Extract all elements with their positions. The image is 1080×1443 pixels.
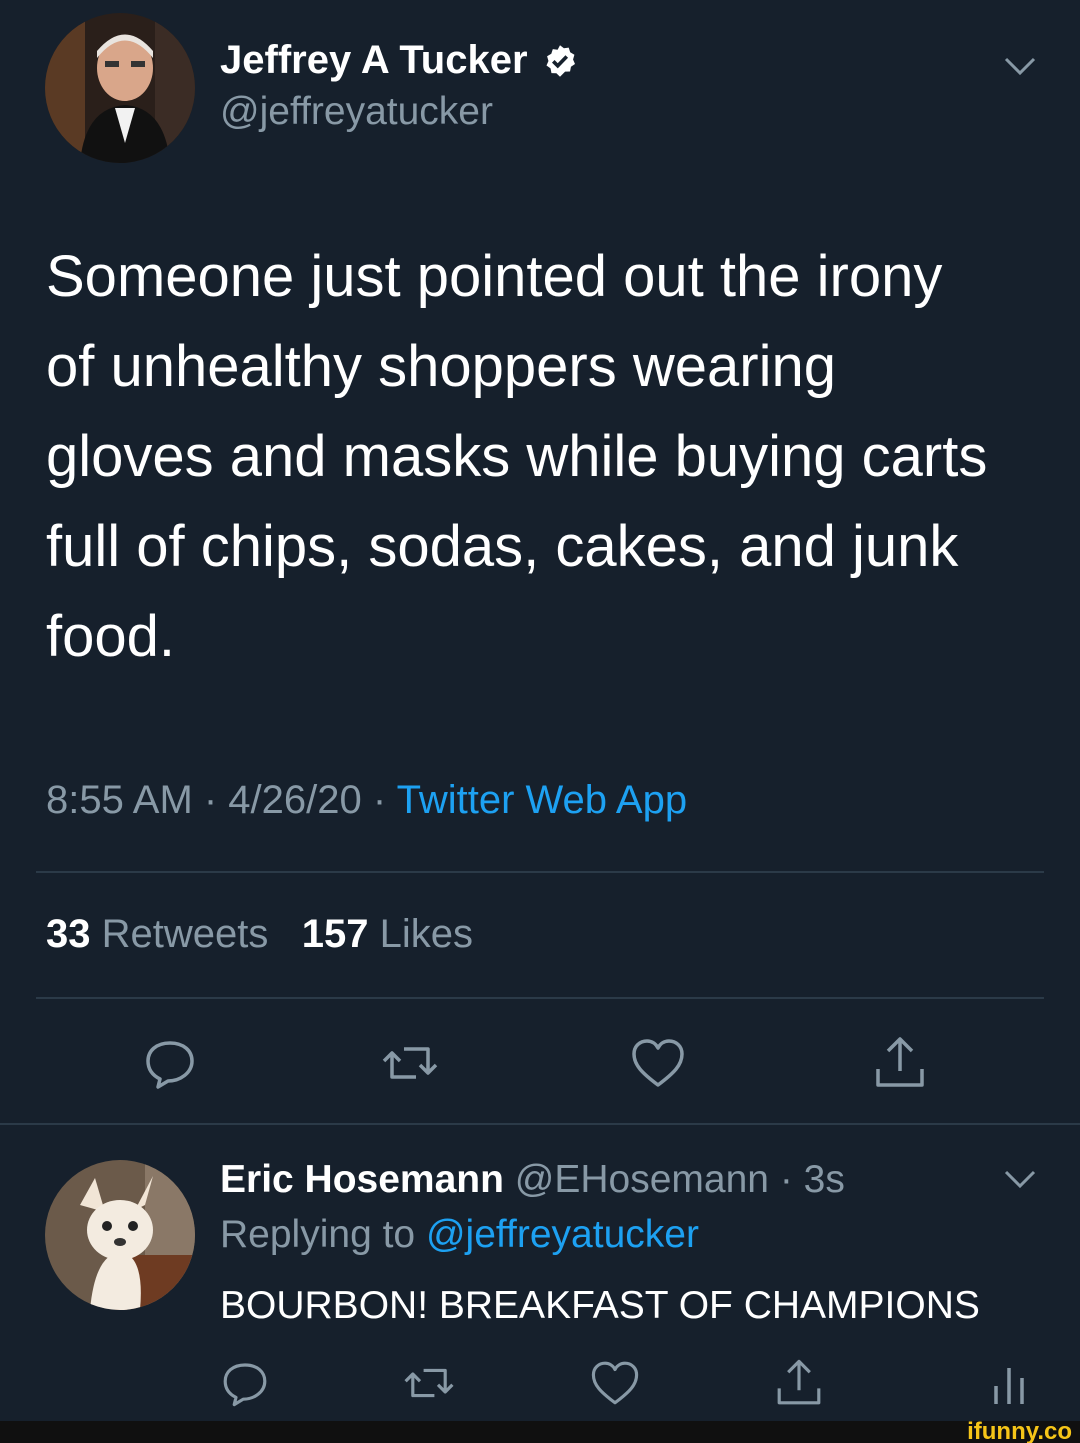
- author-handle[interactable]: @jeffreyatucker: [220, 90, 493, 134]
- share-icon[interactable]: [772, 1356, 826, 1410]
- divider: [36, 871, 1044, 873]
- tweet-timestamp: 8:55 AM · 4/26/20 · Twitter Web App: [46, 778, 687, 823]
- watermark-logo: ifunny.co: [967, 1418, 1072, 1443]
- retweet-icon[interactable]: [402, 1356, 456, 1410]
- reply-text: BOURBON! BREAKFAST OF CHAMPIONS: [220, 1284, 980, 1327]
- bottom-bar: [0, 1421, 1080, 1443]
- replying-to-line: Replying to @jeffreyatucker: [220, 1213, 699, 1257]
- author-name[interactable]: Jeffrey A Tucker: [220, 38, 578, 83]
- tweet-detail-screen: Jeffrey A Tucker @jeffreyatucker Someone…: [0, 0, 1080, 1443]
- reply-author-name[interactable]: Eric Hosemann: [220, 1158, 504, 1201]
- replying-to-mention[interactable]: @jeffreyatucker: [426, 1213, 699, 1256]
- author-avatar[interactable]: [45, 13, 195, 163]
- verified-badge-icon: [542, 43, 578, 79]
- likes-count[interactable]: 157: [302, 912, 369, 956]
- reply-icon[interactable]: [218, 1356, 272, 1410]
- share-icon[interactable]: [870, 1033, 930, 1093]
- chevron-down-icon[interactable]: [1000, 55, 1040, 79]
- likes-label[interactable]: Likes: [380, 912, 473, 956]
- tweet-source-link[interactable]: Twitter Web App: [397, 778, 688, 822]
- reply-icon[interactable]: [140, 1033, 200, 1093]
- tweet-time-date: 8:55 AM · 4/26/20 ·: [46, 778, 397, 822]
- reply-author-handle-time[interactable]: @EHosemann · 3s: [504, 1158, 845, 1201]
- analytics-icon[interactable]: [984, 1360, 1034, 1410]
- tweet-stats: 33 Retweets 157 Likes: [46, 912, 473, 957]
- retweets-count[interactable]: 33: [46, 912, 91, 956]
- heart-icon[interactable]: [588, 1356, 642, 1410]
- divider: [36, 997, 1044, 999]
- retweets-label[interactable]: Retweets: [102, 912, 269, 956]
- chevron-down-icon[interactable]: [1000, 1168, 1040, 1192]
- author-name-text[interactable]: Jeffrey A Tucker: [220, 38, 528, 83]
- divider: [0, 1123, 1080, 1125]
- tweet-text: Someone just pointed out the irony of un…: [46, 244, 988, 669]
- reply-author-avatar[interactable]: [45, 1160, 195, 1310]
- replying-to-label: Replying to: [220, 1213, 426, 1256]
- retweet-icon[interactable]: [380, 1033, 440, 1093]
- heart-icon[interactable]: [628, 1033, 688, 1093]
- reply-author-line: Eric Hosemann @EHosemann · 3s: [220, 1158, 845, 1202]
